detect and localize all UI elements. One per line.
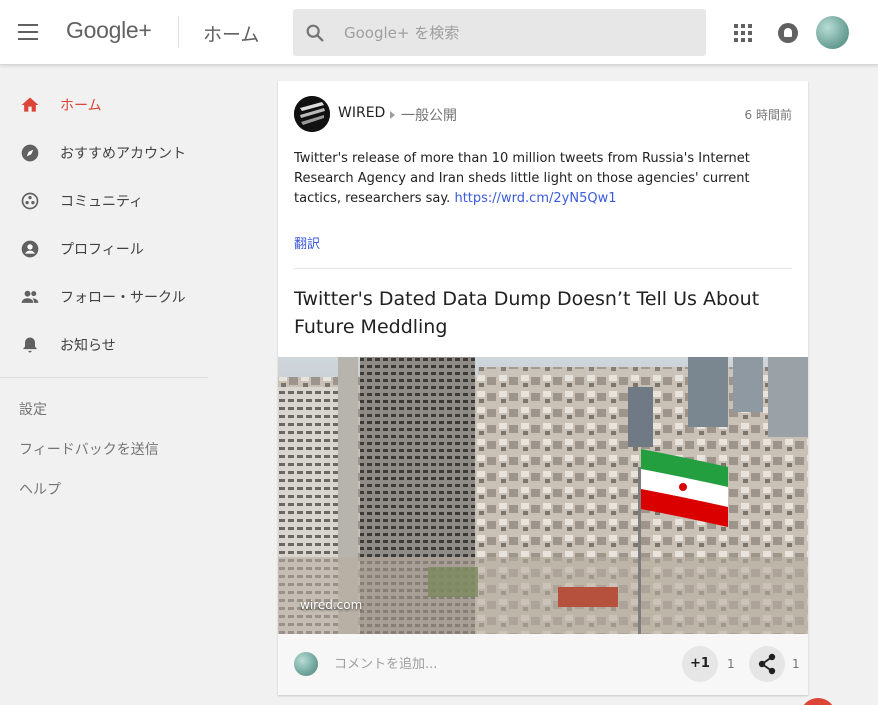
sidebar-item-people[interactable]: フォロー・サークル bbox=[0, 273, 210, 321]
author-name[interactable]: WIRED bbox=[338, 105, 385, 121]
article-image[interactable]: wired.com bbox=[278, 357, 808, 634]
share-count: 1 bbox=[792, 657, 800, 671]
sidebar-item-communities[interactable]: コミュニティ bbox=[0, 177, 210, 225]
sidebar-item-home[interactable]: ホーム bbox=[0, 81, 210, 129]
sidebar-divider bbox=[0, 377, 208, 378]
compose-fab[interactable] bbox=[800, 698, 836, 705]
caret-right-icon bbox=[390, 111, 395, 119]
account-avatar[interactable] bbox=[816, 16, 849, 49]
sidebar-item-label: ホーム bbox=[60, 98, 102, 114]
translate-link[interactable]: 翻訳 bbox=[294, 233, 320, 252]
sidebar-item-notifications[interactable]: お知らせ bbox=[0, 321, 210, 369]
post-card: WIRED 一般公開 6 時間前 Twitter's release of mo… bbox=[278, 81, 808, 695]
page-title: ホーム bbox=[203, 24, 260, 46]
bell-icon bbox=[23, 337, 37, 353]
article-source: wired.com bbox=[300, 598, 363, 612]
sidebar-item-label: おすすめアカウント bbox=[60, 146, 186, 162]
plus-one-count: 1 bbox=[727, 657, 735, 671]
notifications-bell-icon[interactable] bbox=[778, 23, 798, 43]
share-icon bbox=[758, 653, 776, 675]
top-app-bar: Google+ ホーム bbox=[0, 0, 878, 65]
post-body: Twitter's release of more than 10 millio… bbox=[294, 149, 794, 209]
post-footer: +1 1 1 bbox=[278, 634, 808, 695]
google-plus-logo[interactable]: Google+ bbox=[66, 17, 152, 44]
post-visibility[interactable]: 一般公開 bbox=[401, 105, 457, 125]
comment-input[interactable] bbox=[334, 654, 614, 674]
header-divider bbox=[178, 16, 179, 48]
sidebar-item-label: プロフィール bbox=[60, 242, 144, 258]
search-icon[interactable] bbox=[304, 22, 326, 44]
plus-one-button[interactable]: +1 bbox=[682, 646, 718, 682]
communities-icon bbox=[21, 192, 39, 210]
profile-icon bbox=[21, 240, 39, 258]
sidebar: ホーム おすすめアカウント コミュニティ プロフィール フォロー・サークル お知… bbox=[0, 65, 210, 705]
people-icon bbox=[21, 290, 39, 303]
settings-link[interactable]: 設定 bbox=[19, 399, 47, 419]
send-feedback-link[interactable]: フィードバックを送信 bbox=[19, 439, 159, 459]
compass-icon bbox=[21, 144, 39, 162]
sidebar-item-label: フォロー・サークル bbox=[60, 290, 186, 306]
help-link[interactable]: ヘルプ bbox=[19, 479, 61, 499]
sidebar-item-recommended[interactable]: おすすめアカウント bbox=[0, 129, 210, 177]
sidebar-item-profile[interactable]: プロフィール bbox=[0, 225, 210, 273]
wired-logo-icon bbox=[294, 96, 330, 132]
author-avatar[interactable] bbox=[294, 96, 330, 132]
apps-grid-icon[interactable] bbox=[734, 24, 752, 42]
sidebar-item-label: コミュニティ bbox=[60, 194, 144, 210]
home-icon bbox=[21, 97, 39, 112]
share-button[interactable] bbox=[749, 646, 785, 682]
sidebar-item-label: お知らせ bbox=[60, 338, 116, 354]
commenter-avatar bbox=[294, 652, 318, 676]
menu-icon[interactable] bbox=[18, 24, 38, 40]
search-input[interactable] bbox=[344, 22, 684, 44]
city-skyline-image bbox=[278, 357, 808, 634]
article-title[interactable]: Twitter's Dated Data Dump Doesn’t Tell U… bbox=[294, 285, 774, 341]
card-divider bbox=[294, 268, 792, 269]
post-link[interactable]: https://wrd.cm/2yN5Qw1 bbox=[454, 191, 616, 206]
post-timestamp[interactable]: 6 時間前 bbox=[745, 106, 792, 123]
